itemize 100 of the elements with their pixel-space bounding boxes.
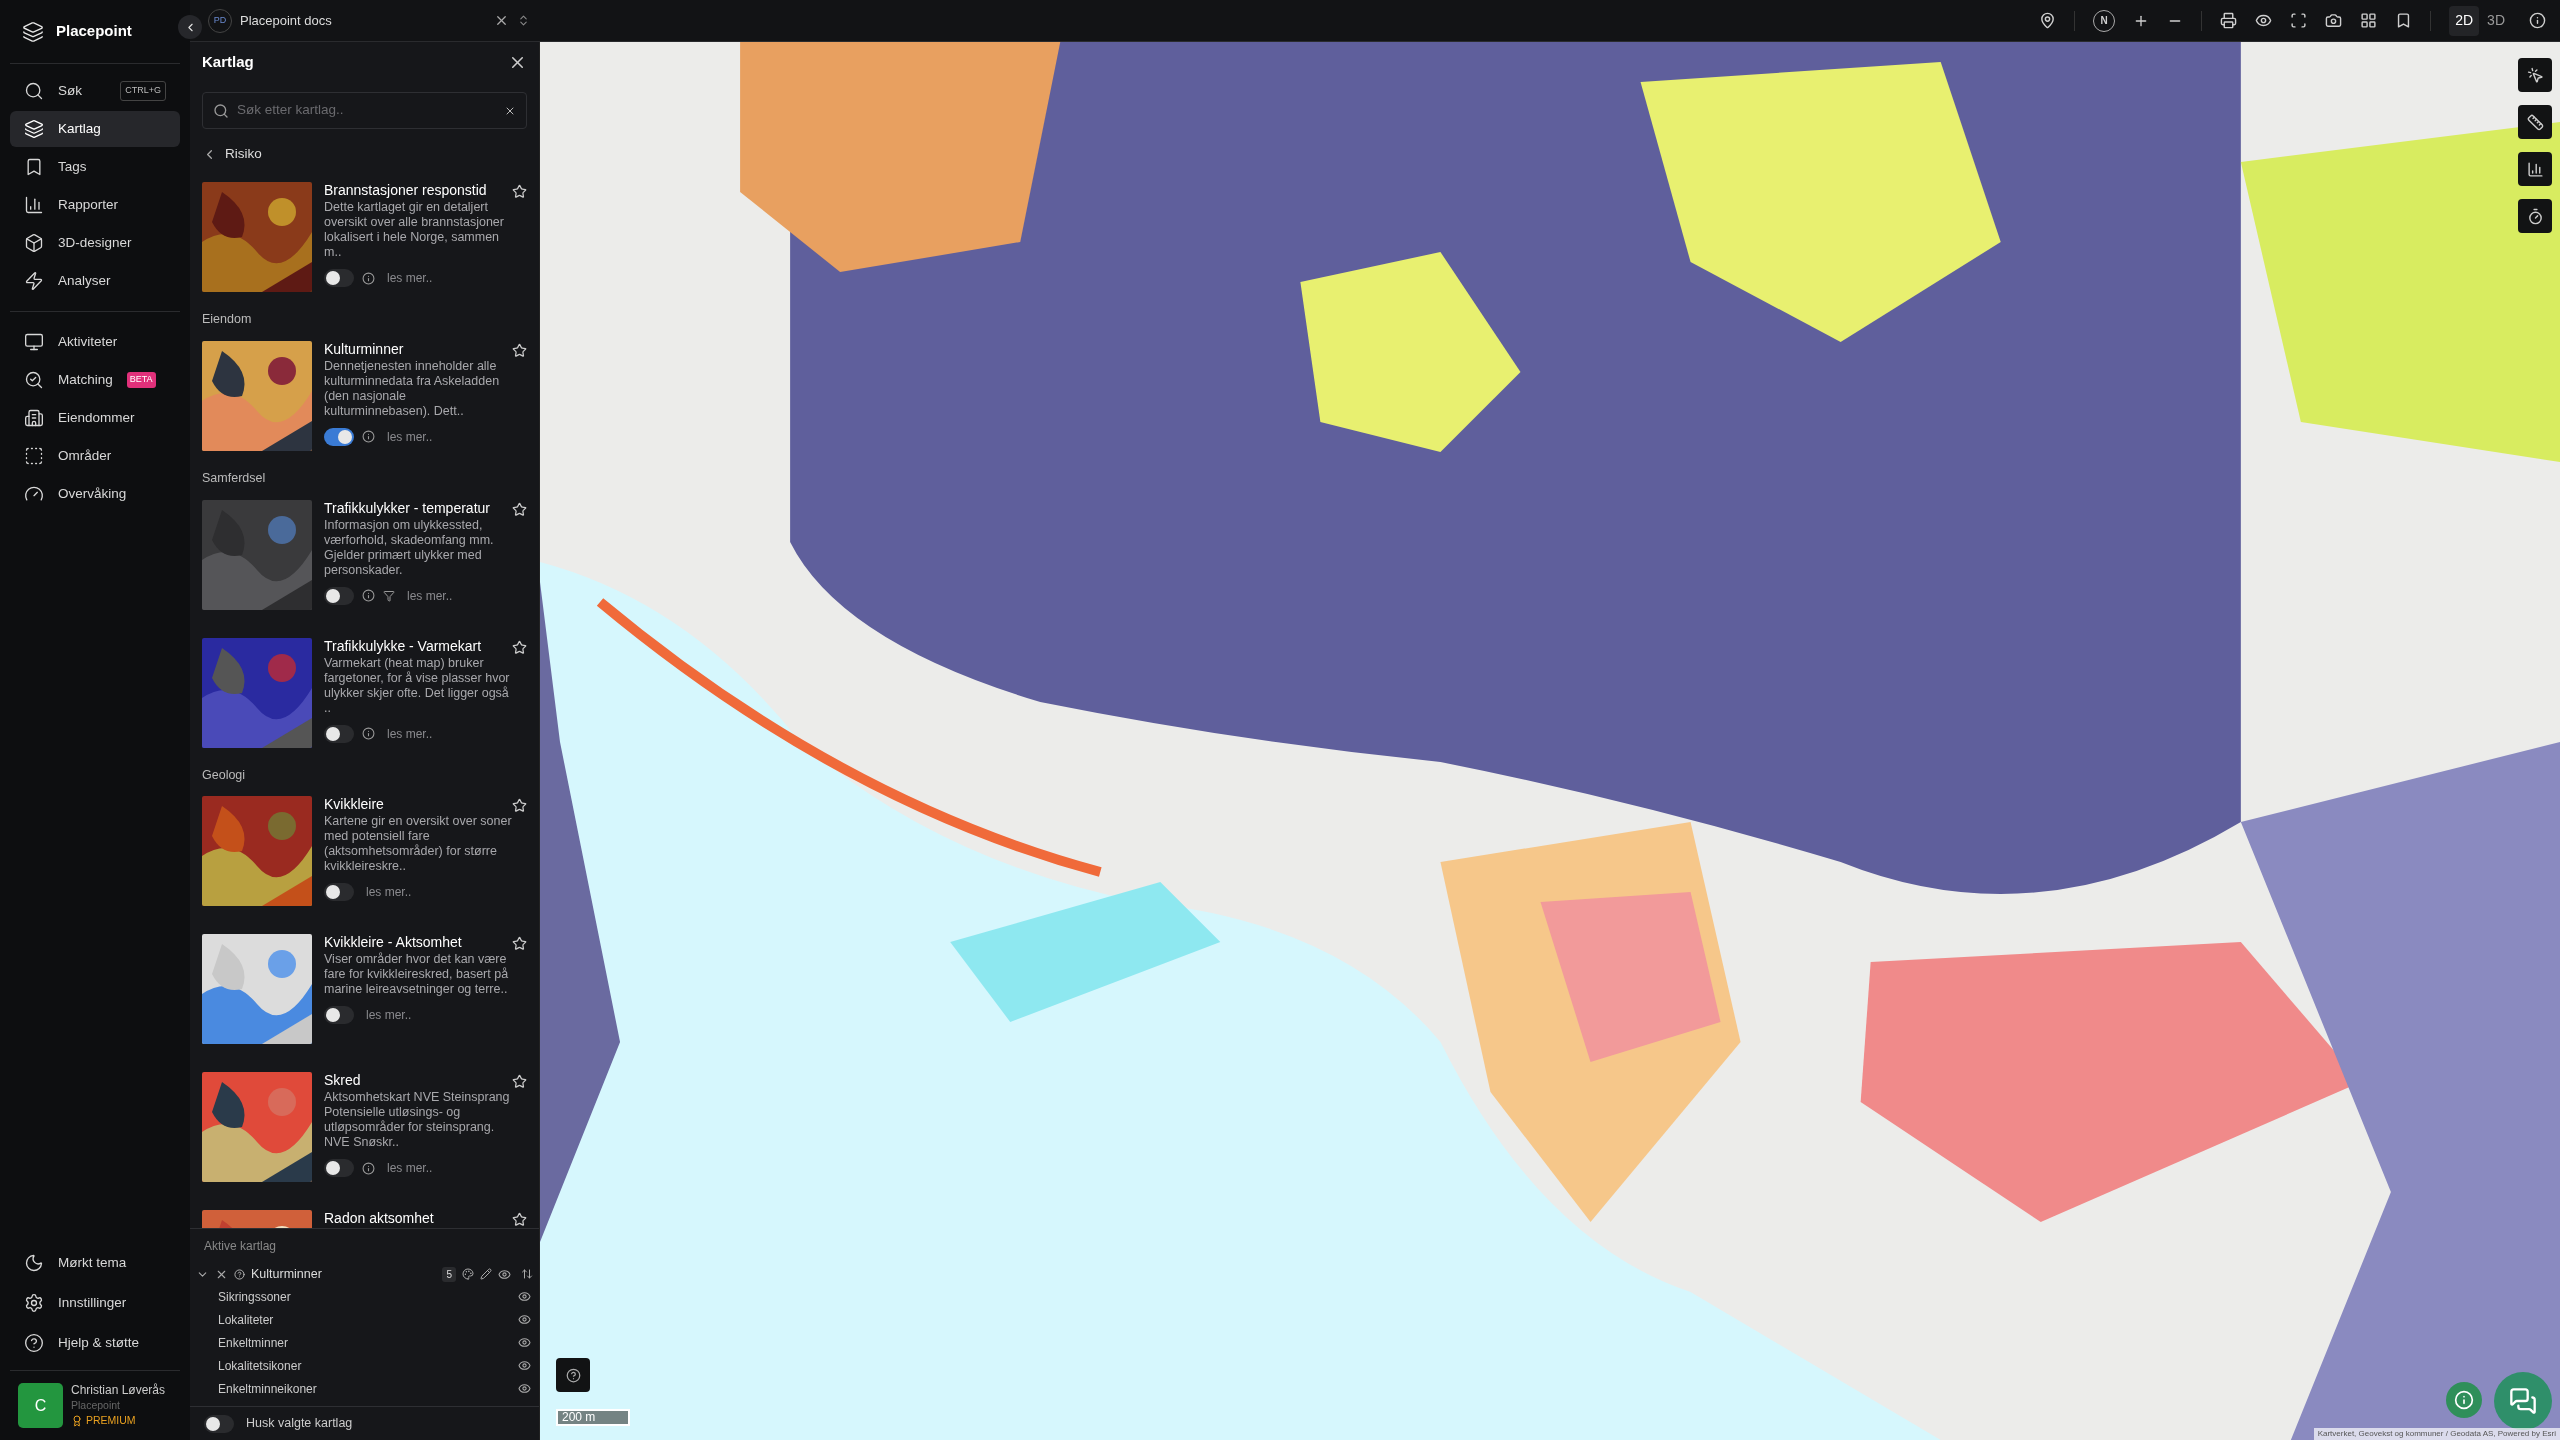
grid-icon[interactable] — [2360, 12, 2378, 29]
read-more-link[interactable]: les mer.. — [387, 427, 433, 446]
dashed-square-icon — [24, 446, 44, 466]
timer-tool-button[interactable] — [2518, 199, 2552, 233]
nav-item[interactable]: Innstillinger — [10, 1284, 180, 1322]
camera-icon[interactable] — [2325, 12, 2343, 29]
info-icon[interactable] — [362, 271, 375, 285]
building-icon — [24, 408, 44, 428]
star-icon[interactable] — [512, 639, 527, 655]
info-icon[interactable] — [2529, 12, 2546, 29]
close-icon[interactable] — [494, 13, 509, 28]
back-link[interactable]: Risiko — [202, 144, 527, 164]
map-view[interactable]: 200 m Kartverket, Geovekst og kommuner / Geodata AS, Powered by Esri — [540, 42, 2560, 1440]
read-more-link[interactable]: les mer.. — [366, 1006, 412, 1025]
info-icon[interactable] — [362, 430, 375, 444]
remember-label: Husk valgte kartlag — [246, 1415, 353, 1433]
star-icon[interactable] — [512, 501, 527, 517]
nav-item[interactable]: Matching BETA — [10, 362, 180, 398]
help-icon — [24, 1333, 44, 1353]
toggle-switch[interactable] — [324, 586, 354, 605]
toggle-switch[interactable] — [204, 1414, 234, 1433]
nav-item[interactable]: Områder — [10, 438, 180, 474]
nav-item[interactable]: Overvåking — [10, 476, 180, 512]
user-avatar[interactable]: C — [18, 1383, 63, 1428]
search-icon — [24, 81, 44, 101]
section-heading: Eiendom — [202, 311, 253, 328]
search-input[interactable]: Søk etter kartlag.. — [237, 100, 496, 121]
layer-title: Trafikkulykker - temperatur — [324, 499, 491, 516]
palette-icon[interactable] — [462, 1268, 474, 1280]
user-name: Christian Løverås — [71, 1383, 166, 1398]
toggle-switch[interactable] — [324, 883, 354, 902]
fullscreen-icon[interactable] — [2290, 12, 2308, 29]
read-more-link[interactable]: les mer.. — [387, 1159, 433, 1178]
nav-item[interactable]: Mørkt tema — [10, 1244, 180, 1282]
logo-icon — [22, 20, 44, 43]
nav-item[interactable]: 3D-designer — [10, 225, 180, 261]
printer-icon[interactable] — [2220, 12, 2238, 29]
eye-icon[interactable] — [518, 1382, 531, 1395]
nav-item[interactable]: Søk CTRL+G — [10, 73, 180, 109]
nav-item[interactable]: Eiendommer — [10, 400, 180, 436]
nav-item[interactable]: Rapporter — [10, 187, 180, 223]
star-icon[interactable] — [512, 798, 527, 814]
read-more-link[interactable]: les mer.. — [387, 724, 433, 743]
sublayer-name: Lokalitetsikoner — [218, 1357, 302, 1375]
toggle-switch[interactable] — [324, 724, 354, 743]
eye-icon[interactable] — [518, 1313, 531, 1326]
view-mode-tab[interactable]: 3D — [2481, 5, 2511, 36]
measure-tool-button[interactable] — [2518, 105, 2552, 139]
toggle-switch[interactable] — [324, 1006, 354, 1025]
help-icon — [565, 1367, 581, 1383]
sublayer-name: Enkeltminneikoner — [218, 1380, 317, 1398]
reorder-icon[interactable] — [521, 1268, 533, 1280]
chart-tool-button[interactable] — [2518, 152, 2552, 186]
chat-icon — [2509, 1387, 2537, 1415]
toggle-switch[interactable] — [324, 427, 354, 446]
layer-description: Kartene gir en oversikt over soner med potensiell fare (aktsomhetsområder) for større kvikkleireskre.. — [324, 814, 513, 875]
read-more-link[interactable]: les mer.. — [387, 269, 433, 287]
info-icon[interactable] — [362, 589, 375, 602]
pointer-click-icon — [2526, 66, 2544, 84]
layer-title: Radon aktsomhet — [324, 1210, 435, 1227]
nav-item[interactable]: Tags — [10, 149, 180, 185]
view-mode-tab[interactable]: 2D — [2449, 5, 2480, 36]
info-icon — [2454, 1390, 2474, 1410]
filter-icon[interactable] — [383, 589, 395, 602]
read-more-link[interactable]: les mer.. — [366, 883, 412, 902]
pencil-icon[interactable] — [480, 1268, 492, 1280]
location-pin-icon[interactable] — [2039, 12, 2057, 29]
star-icon[interactable] — [512, 1212, 527, 1228]
help-button[interactable] — [556, 1358, 590, 1392]
bolt-icon — [24, 271, 44, 291]
eye-icon[interactable] — [518, 1336, 531, 1349]
nav-item[interactable]: Kartlag — [10, 111, 180, 147]
search-field[interactable]: Søk etter kartlag.. — [202, 92, 527, 129]
select-tool-button[interactable] — [2518, 58, 2552, 92]
eye-icon[interactable] — [498, 1267, 511, 1281]
map-attribution: Kartverket, Geovekst og kommuner / Geodata AS, Powered by Esri — [2313, 1428, 2560, 1440]
eye-icon[interactable] — [518, 1290, 531, 1303]
chevrons-up-down-icon[interactable] — [517, 14, 530, 27]
help-icon — [234, 1268, 245, 1280]
read-more-link[interactable]: les mer.. — [407, 586, 453, 605]
nav-item[interactable]: Aktiviteter — [10, 324, 180, 360]
ruler-icon — [2526, 113, 2544, 131]
section-heading: Aktive kartlag — [203, 1238, 278, 1255]
monitor-icon — [24, 332, 44, 352]
star-icon[interactable] — [512, 1074, 527, 1090]
info-icon[interactable] — [362, 727, 375, 740]
settings-icon — [24, 1293, 44, 1313]
search-icon — [213, 102, 229, 119]
eye-icon[interactable] — [2255, 12, 2273, 29]
nav-item[interactable]: Hjelp & støtte — [10, 1324, 180, 1362]
star-icon[interactable] — [512, 342, 527, 358]
toggle-switch[interactable] — [324, 1159, 354, 1178]
star-icon[interactable] — [512, 184, 527, 199]
eye-icon[interactable] — [518, 1359, 531, 1372]
toggle-switch[interactable] — [324, 269, 354, 287]
star-icon[interactable] — [512, 936, 527, 952]
workspace-title[interactable]: Placepoint docs — [240, 10, 332, 31]
info-icon[interactable] — [362, 1161, 375, 1175]
nav-item[interactable]: Analyser — [10, 263, 180, 299]
layer-title: Kulturminner — [324, 340, 405, 357]
